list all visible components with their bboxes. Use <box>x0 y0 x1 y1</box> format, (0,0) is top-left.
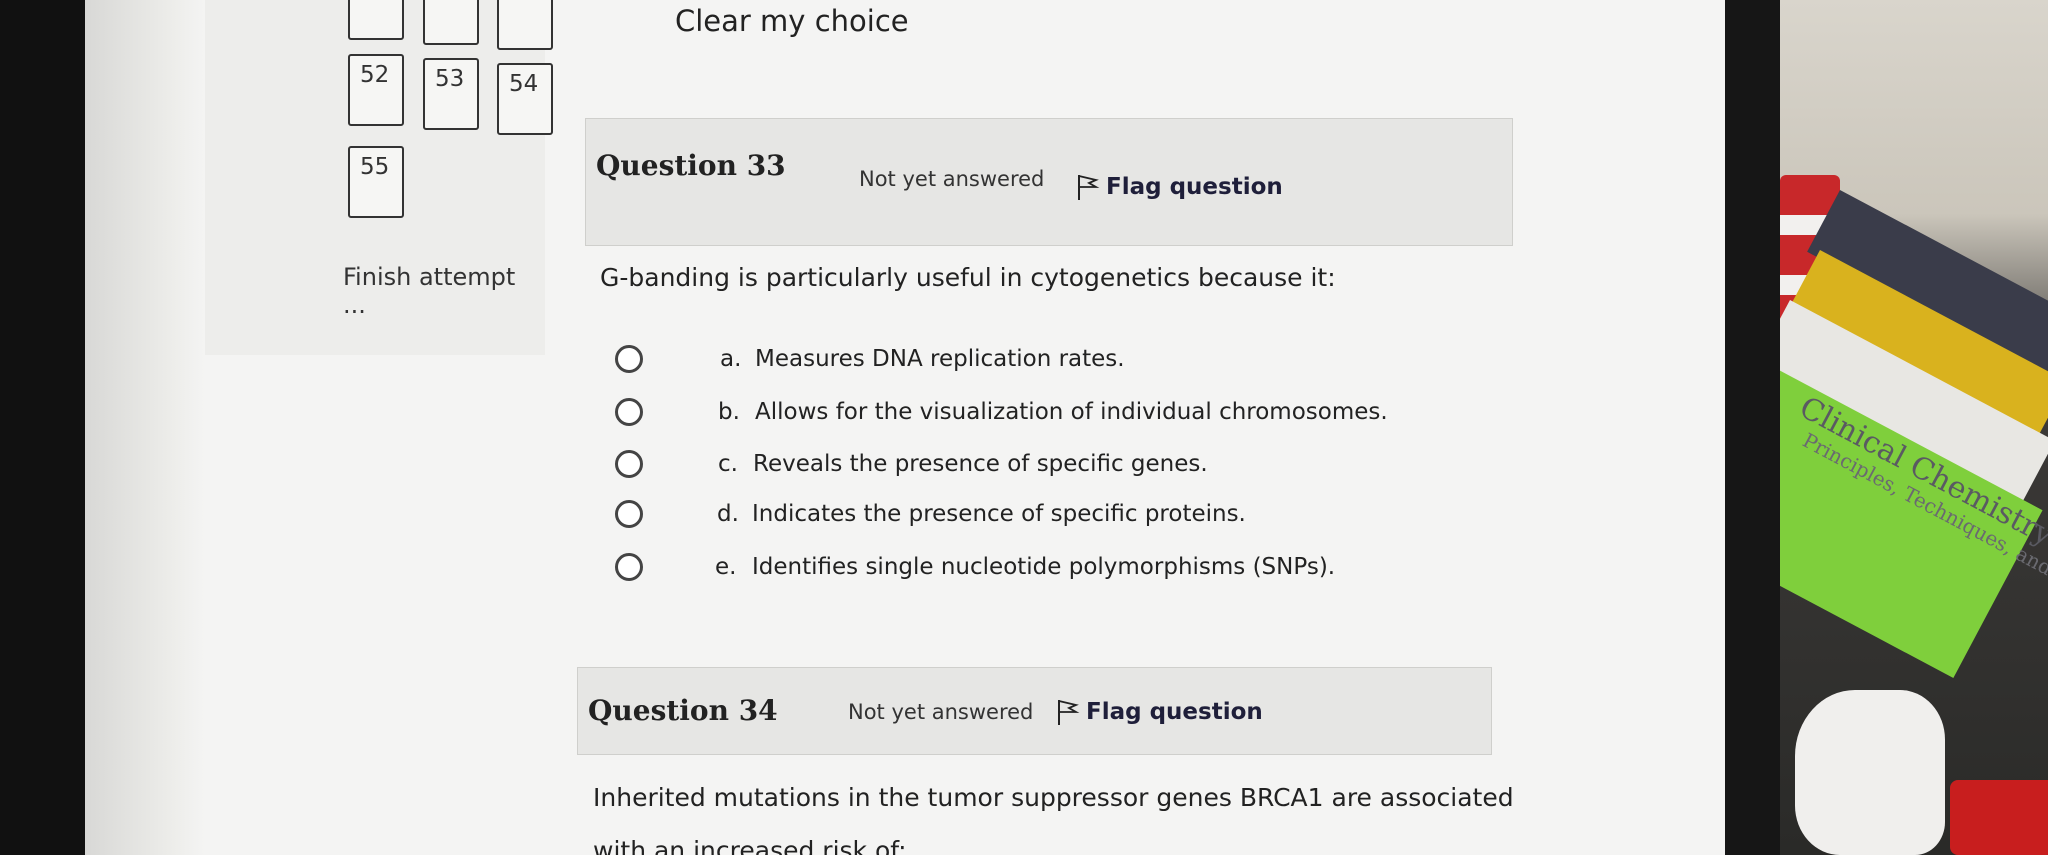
option-letter: d. <box>717 501 739 527</box>
option-text: Allows for the visualization of individu… <box>755 399 1388 425</box>
quiz-nav-button[interactable] <box>348 0 404 40</box>
question-33-option-a[interactable]: a. Measures DNA replication rates. <box>615 342 1515 376</box>
finish-attempt-link[interactable]: Finish attempt ... <box>343 263 545 319</box>
red-object <box>1950 780 2048 855</box>
quiz-nav-button-52[interactable]: 52 <box>348 54 404 126</box>
option-text: Identifies single nucleotide polymorphis… <box>752 554 1336 580</box>
quiz-nav-number: 53 <box>435 66 465 92</box>
quiz-nav-number: 52 <box>360 62 390 88</box>
tissue <box>1795 690 1945 855</box>
quiz-nav-button-54[interactable]: 54 <box>497 63 553 135</box>
question-33-option-b[interactable]: b. Allows for the visualization of indiv… <box>615 395 1515 429</box>
quiz-nav-number: 54 <box>509 71 539 97</box>
flag-question-34-button[interactable]: Flag question <box>1056 698 1263 726</box>
quiz-nav-button-55[interactable]: 55 <box>348 146 404 218</box>
option-letter: e. <box>715 554 737 580</box>
question-33-header: Question 33 Not yet answered Flag questi… <box>585 118 1513 246</box>
option-letter: b. <box>718 399 740 425</box>
radio-button[interactable] <box>615 450 643 478</box>
quiz-navigation-panel: 52 53 54 55 Finish attempt ... <box>205 0 553 355</box>
flag-icon <box>1058 700 1080 725</box>
quiz-nav-button[interactable] <box>497 0 553 50</box>
screen-left-edge <box>85 0 205 855</box>
option-letter: c. <box>718 451 738 477</box>
flag-question-33-button[interactable]: Flag question <box>1076 173 1283 201</box>
radio-button[interactable] <box>615 500 643 528</box>
option-text: Reveals the presence of specific genes. <box>753 451 1208 477</box>
question-33-option-e[interactable]: e. Identifies single nucleotide polymorp… <box>615 550 1515 584</box>
monitor-bezel-left <box>0 0 85 855</box>
question-33-option-c[interactable]: c. Reveals the presence of specific gene… <box>615 447 1515 481</box>
browser-screen: 52 53 54 55 Finish attempt ... Clear my … <box>85 0 1725 855</box>
question-34-title: Question 34 <box>588 694 778 727</box>
quiz-nav-number: 55 <box>360 154 390 180</box>
radio-button[interactable] <box>615 553 643 581</box>
question-33-title: Question 33 <box>596 149 786 182</box>
quiz-nav-button[interactable] <box>423 0 479 45</box>
option-text: Measures DNA replication rates. <box>755 346 1125 372</box>
question-33-option-d[interactable]: d. Indicates the presence of specific pr… <box>615 497 1515 531</box>
radio-button[interactable] <box>615 345 643 373</box>
question-33-text: G-banding is particularly useful in cyto… <box>600 263 1336 292</box>
radio-button[interactable] <box>615 398 643 426</box>
question-34-status: Not yet answered <box>848 700 1034 724</box>
question-34-text-line1: Inherited mutations in the tumor suppres… <box>593 783 1514 812</box>
flag-icon <box>1078 175 1100 200</box>
question-34-text-line2: with an increased risk of: <box>593 836 907 855</box>
option-letter: a. <box>720 346 742 372</box>
flag-question-label: Flag question <box>1086 699 1263 725</box>
clear-my-choice-link[interactable]: Clear my choice <box>675 4 909 38</box>
desk-background: Clinical Chemistry Principles, Technique… <box>1780 0 2048 855</box>
flag-question-label: Flag question <box>1106 174 1283 200</box>
question-34-header: Question 34 Not yet answered Flag questi… <box>577 667 1492 755</box>
question-33-status: Not yet answered <box>859 167 1045 191</box>
monitor-bezel-right <box>1725 0 1780 855</box>
quiz-nav-button-53[interactable]: 53 <box>423 58 479 130</box>
option-text: Indicates the presence of specific prote… <box>752 501 1246 527</box>
